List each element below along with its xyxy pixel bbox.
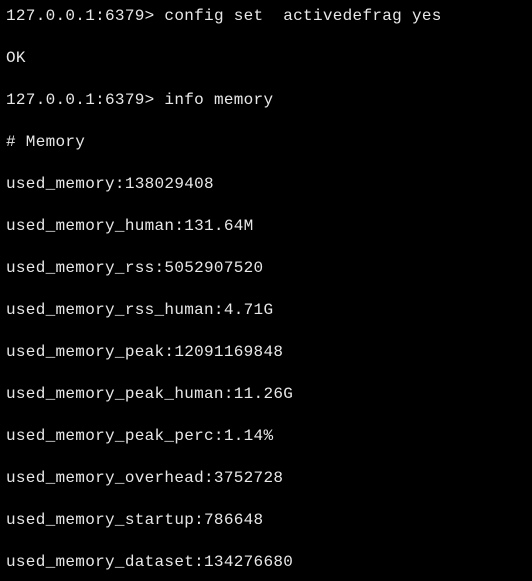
terminal-line: used_memory_rss:5052907520 [6, 258, 528, 279]
cli-command[interactable]: info memory [155, 91, 274, 109]
terminal-line: OK [6, 48, 528, 69]
cli-output: OK [6, 49, 26, 67]
terminal-line: used_memory_startup:786648 [6, 510, 528, 531]
cli-command[interactable]: config set activedefrag yes [155, 7, 442, 25]
cli-output: used_memory_peak_human:11.26G [6, 385, 293, 403]
cli-output: used_memory_overhead:3752728 [6, 469, 283, 487]
terminal-line: used_memory_rss_human:4.71G [6, 300, 528, 321]
cli-output: # Memory [6, 133, 85, 151]
cli-output: used_memory_dataset:134276680 [6, 553, 293, 571]
cli-prompt: 127.0.0.1:6379> [6, 91, 155, 109]
cli-output: used_memory_rss:5052907520 [6, 259, 263, 277]
terminal[interactable]: 127.0.0.1:6379> config set activedefrag … [0, 0, 532, 581]
cli-output: used_memory:138029408 [6, 175, 214, 193]
cli-prompt: 127.0.0.1:6379> [6, 7, 155, 25]
terminal-line: # Memory [6, 132, 528, 153]
cli-output: used_memory_startup:786648 [6, 511, 263, 529]
cli-output: used_memory_rss_human:4.71G [6, 301, 273, 319]
terminal-line: 127.0.0.1:6379> info memory [6, 90, 528, 111]
terminal-line: used_memory:138029408 [6, 174, 528, 195]
cli-output: used_memory_peak_perc:1.14% [6, 427, 273, 445]
terminal-line: used_memory_dataset:134276680 [6, 552, 528, 573]
cli-output: used_memory_peak:12091169848 [6, 343, 283, 361]
terminal-line: used_memory_overhead:3752728 [6, 468, 528, 489]
terminal-line: used_memory_human:131.64M [6, 216, 528, 237]
terminal-line: 127.0.0.1:6379> config set activedefrag … [6, 6, 528, 27]
terminal-line: used_memory_peak_perc:1.14% [6, 426, 528, 447]
cli-output: used_memory_human:131.64M [6, 217, 254, 235]
terminal-line: used_memory_peak_human:11.26G [6, 384, 528, 405]
terminal-line: used_memory_peak:12091169848 [6, 342, 528, 363]
